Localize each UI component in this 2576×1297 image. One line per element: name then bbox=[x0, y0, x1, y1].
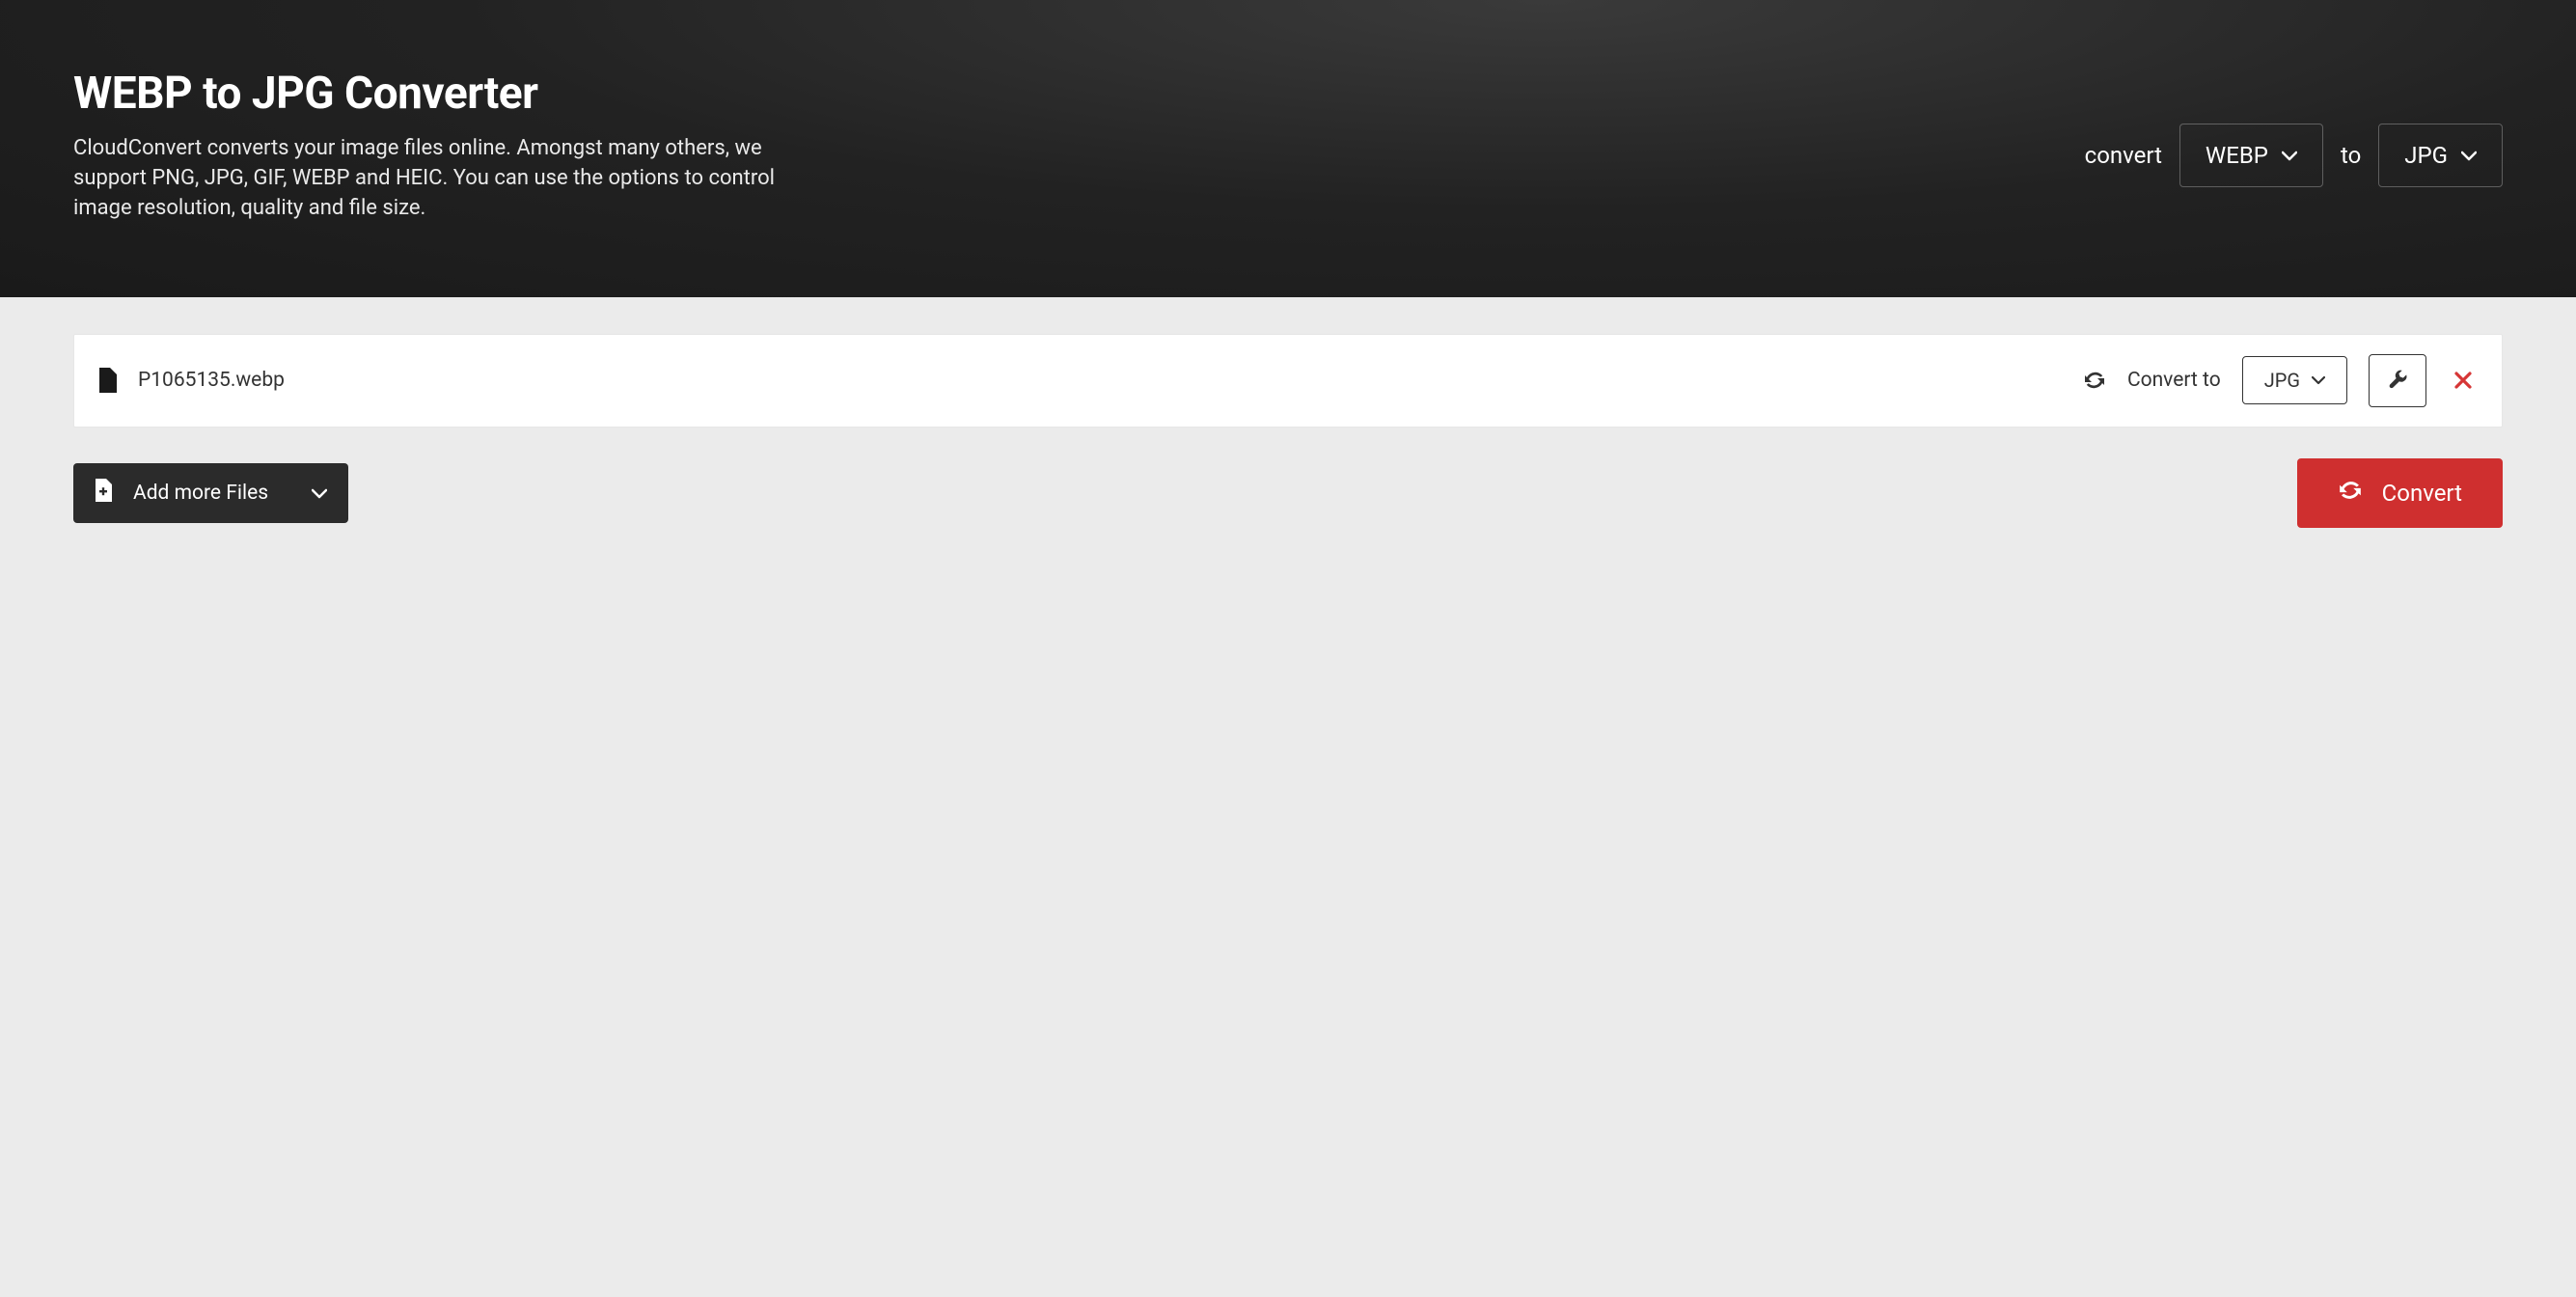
main-section: P1065135.webp Convert to JPG bbox=[0, 297, 2576, 586]
from-format-value: WEBP bbox=[2206, 142, 2268, 169]
hero-section: WEBP to JPG Converter CloudConvert conve… bbox=[0, 0, 2576, 297]
actions-row: Add more Files Convert bbox=[73, 458, 2503, 528]
chevron-down-icon bbox=[2282, 150, 2297, 161]
to-label: to bbox=[2341, 142, 2361, 169]
file-icon bbox=[97, 368, 117, 393]
file-convert-group: Convert to JPG bbox=[2083, 354, 2426, 407]
file-options-button[interactable] bbox=[2369, 354, 2426, 407]
chevron-down-icon bbox=[2461, 150, 2477, 161]
convert-icon bbox=[2083, 369, 2106, 392]
to-format-dropdown[interactable]: JPG bbox=[2378, 124, 2503, 187]
chevron-down-icon bbox=[2312, 375, 2325, 385]
convert-button[interactable]: Convert bbox=[2297, 458, 2503, 528]
convert-button-label: Convert bbox=[2382, 480, 2462, 507]
add-more-files-label: Add more Files bbox=[133, 482, 268, 505]
convert-icon bbox=[2338, 478, 2363, 509]
hero-left: WEBP to JPG Converter CloudConvert conve… bbox=[73, 68, 826, 224]
convert-label: convert bbox=[2085, 142, 2162, 169]
file-add-icon bbox=[95, 479, 112, 508]
from-format-dropdown[interactable]: WEBP bbox=[2179, 124, 2323, 187]
format-selector-group: convert WEBP to JPG bbox=[2085, 124, 2503, 187]
close-icon bbox=[2453, 371, 2473, 390]
file-row: P1065135.webp Convert to JPG bbox=[73, 334, 2503, 428]
file-target-format-dropdown[interactable]: JPG bbox=[2242, 356, 2347, 404]
file-target-format-value: JPG bbox=[2264, 369, 2300, 392]
page-title: WEBP to JPG Converter bbox=[73, 68, 826, 120]
divider bbox=[289, 480, 290, 507]
remove-file-button[interactable] bbox=[2448, 365, 2479, 396]
to-format-value: JPG bbox=[2404, 142, 2448, 169]
file-name: P1065135.webp bbox=[138, 369, 2062, 392]
wrench-icon bbox=[2387, 369, 2408, 393]
chevron-down-icon bbox=[312, 487, 327, 499]
page-description: CloudConvert converts your image files o… bbox=[73, 133, 826, 224]
convert-to-label: Convert to bbox=[2127, 369, 2221, 392]
add-more-files-button[interactable]: Add more Files bbox=[73, 463, 348, 523]
